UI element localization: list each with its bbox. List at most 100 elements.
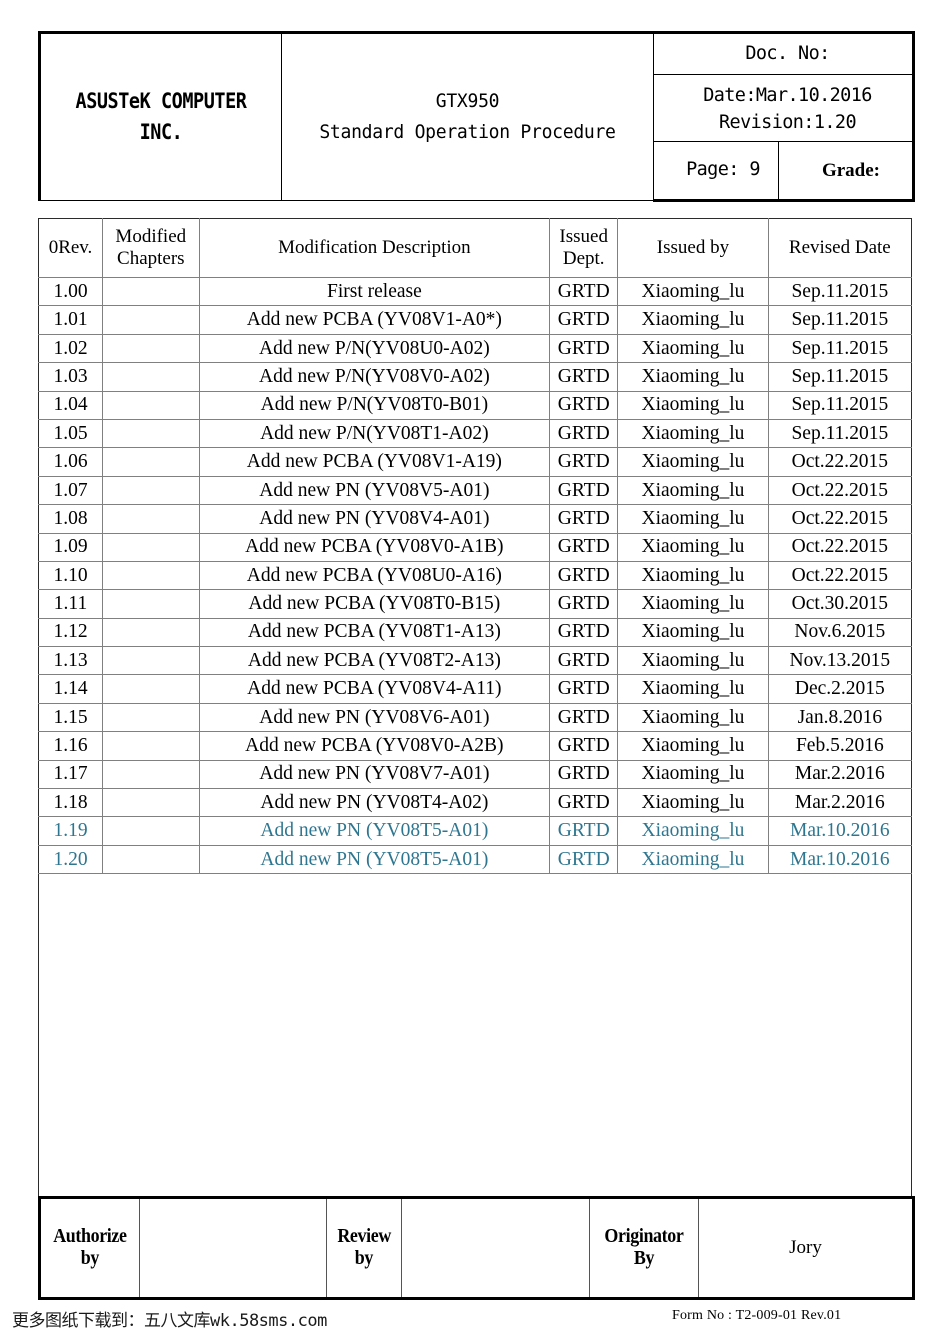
cell-description: Add new PCBA (YV08V4-A11): [198, 674, 551, 704]
cell-dept: GRTD: [549, 589, 619, 619]
cell-chapters: [102, 731, 200, 761]
review-by-label-l2: by: [354, 1248, 374, 1269]
revision-table-body: 1.00 First release GRTD Xiaoming_lu Sep.11.2…: [37, 276, 913, 875]
cell-date: Mar.2.2016: [767, 788, 913, 818]
cell-description: Add new PCBA (YV08T2-A13): [198, 646, 551, 676]
cell-date: Mar.10.2016: [767, 816, 913, 846]
cell-description: First release: [198, 276, 551, 307]
document-title-cell: GTX950 Standard Operation Procedure: [281, 31, 654, 201]
table-row: 1.17 Add new PN (YV08V7-A01) GRTD Xiaoming_…: [37, 759, 913, 790]
cell-date: Mar.2.2016: [767, 759, 913, 790]
cell-date: Sep.11.2015: [767, 305, 913, 335]
page-number-field: Page: 9: [653, 141, 779, 202]
empty-content-area: [38, 874, 912, 1196]
table-row: 1.19 Add new PN (YV08T5-A01) GRTD Xiaoming_…: [37, 816, 913, 846]
doc-date-field: Date:Mar.10.2016: [653, 74, 915, 110]
company-name-line1: ASUSTeK COMPUTER: [75, 88, 247, 113]
review-by-label-l1: Review: [337, 1226, 391, 1248]
cell-issued-by: Xiaoming_lu: [617, 589, 769, 619]
cell-rev: 1.08: [37, 504, 104, 534]
cell-chapters: [102, 418, 200, 449]
authorize-by-value-cell[interactable]: [139, 1196, 327, 1300]
cell-chapters: [102, 674, 200, 704]
table-row: 1.05 Add new P/N(YV08T1-A02) GRTD Xiaoming_…: [37, 418, 913, 449]
table-row: 1.13 Add new PCBA (YV08T2-A13) GRTD Xiaomin…: [37, 646, 913, 676]
originator-by-label-l1: Originator: [604, 1226, 684, 1248]
table-header-row: 0Rev. Modified Chapters Modification Des…: [37, 218, 913, 278]
cell-dept: GRTD: [549, 390, 619, 420]
cell-issued-by: Xiaoming_lu: [617, 731, 769, 761]
cell-issued-by: Xiaoming_lu: [617, 560, 769, 591]
cell-description: Add new PN (YV08T5-A01): [198, 816, 551, 846]
cell-issued-by: Xiaoming_lu: [617, 504, 769, 534]
table-row: 1.06 Add new PCBA (YV08V1-A19) GRTD Xiaomin…: [37, 447, 913, 477]
cell-rev: 1.13: [37, 646, 104, 676]
cell-issued-by: Xiaoming_lu: [617, 333, 769, 364]
table-row: 1.11 Add new PCBA (YV08T0-B15) GRTD Xiaomin…: [37, 589, 913, 619]
cell-date: Mar.10.2016: [767, 844, 913, 875]
doc-revision-field: Revision:1.20: [653, 110, 915, 142]
cell-rev: 1.00: [37, 276, 104, 307]
cell-dept: GRTD: [549, 333, 619, 364]
cell-chapters: [102, 788, 200, 818]
cell-description: Add new PN (YV08V6-A01): [198, 702, 551, 733]
column-header-modified-chapters-l1: Modified: [115, 225, 187, 247]
table-row: 1.16 Add new PCBA (YV08V0-A2B) GRTD Xiaomin…: [37, 731, 913, 761]
cell-issued-by: Xiaoming_lu: [617, 362, 769, 392]
review-by-label-cell: Review by: [326, 1196, 402, 1300]
cell-rev: 1.16: [37, 731, 104, 761]
cell-issued-by: Xiaoming_lu: [617, 447, 769, 477]
cell-description: Add new P/N(YV08U0-A02): [198, 333, 551, 364]
cell-dept: GRTD: [549, 759, 619, 790]
cell-date: Nov.6.2015: [767, 617, 913, 648]
cell-issued-by: Xiaoming_lu: [617, 816, 769, 846]
cell-chapters: [102, 646, 200, 676]
cell-date: Dec.2.2015: [767, 674, 913, 704]
originator-by-value-cell[interactable]: Jory: [698, 1196, 915, 1300]
cell-issued-by: Xiaoming_lu: [617, 532, 769, 562]
cell-date: Feb.5.2016: [767, 731, 913, 761]
signoff-table: Authorize by Review by Originator By Jor…: [38, 1196, 915, 1300]
table-row: 1.08 Add new PN (YV08V4-A01) GRTD Xiaoming_…: [37, 504, 913, 534]
authorize-by-label-l2: by: [80, 1248, 100, 1269]
cell-chapters: [102, 276, 200, 307]
cell-dept: GRTD: [549, 362, 619, 392]
watermark-text: 更多图纸下载到：五八文库wk.58sms.com: [12, 1311, 327, 1331]
column-header-issued-dept-l1: Issued: [559, 225, 608, 247]
cell-issued-by: Xiaoming_lu: [617, 276, 769, 307]
cell-rev: 1.10: [37, 560, 104, 591]
cell-issued-by: Xiaoming_lu: [617, 418, 769, 449]
cell-chapters: [102, 589, 200, 619]
form-number-text: Form No : T2-009-01 Rev.01: [672, 1308, 842, 1323]
cell-date: Sep.11.2015: [767, 418, 913, 449]
column-header-rev: 0Rev.: [37, 218, 104, 278]
cell-dept: GRTD: [549, 674, 619, 704]
cell-rev: 1.02: [37, 333, 104, 364]
table-row: 1.20 Add new PN (YV08T5-A01) GRTD Xiaoming_…: [37, 844, 913, 875]
cell-dept: GRTD: [549, 844, 619, 875]
cell-rev: 1.14: [37, 674, 104, 704]
cell-rev: 1.09: [37, 532, 104, 562]
cell-issued-by: Xiaoming_lu: [617, 674, 769, 704]
cell-date: Sep.11.2015: [767, 276, 913, 307]
cell-description: Add new P/N(YV08T1-A02): [198, 418, 551, 449]
cell-rev: 1.11: [37, 589, 104, 619]
column-header-issued-by: Issued by: [617, 218, 769, 278]
cell-issued-by: Xiaoming_lu: [617, 702, 769, 733]
column-header-modified-chapters: Modified Chapters: [102, 218, 200, 278]
cell-rev: 1.03: [37, 362, 104, 392]
column-header-revised-date-l1: Revised Date: [788, 236, 891, 258]
cell-date: Oct.30.2015: [767, 589, 913, 619]
cell-description: Add new PCBA (YV08V1-A19): [198, 447, 551, 477]
review-by-value-cell[interactable]: [401, 1196, 590, 1300]
cell-chapters: [102, 447, 200, 477]
cell-description: Add new PN (YV08V7-A01): [198, 759, 551, 790]
cell-chapters: [102, 560, 200, 591]
doc-no-field: Doc. No:: [653, 31, 915, 75]
cell-dept: GRTD: [549, 532, 619, 562]
cell-date: Sep.11.2015: [767, 362, 913, 392]
cell-dept: GRTD: [549, 447, 619, 477]
cell-dept: GRTD: [549, 560, 619, 591]
cell-description: Add new PCBA (YV08V0-A2B): [198, 731, 551, 761]
cell-rev: 1.12: [37, 617, 104, 648]
